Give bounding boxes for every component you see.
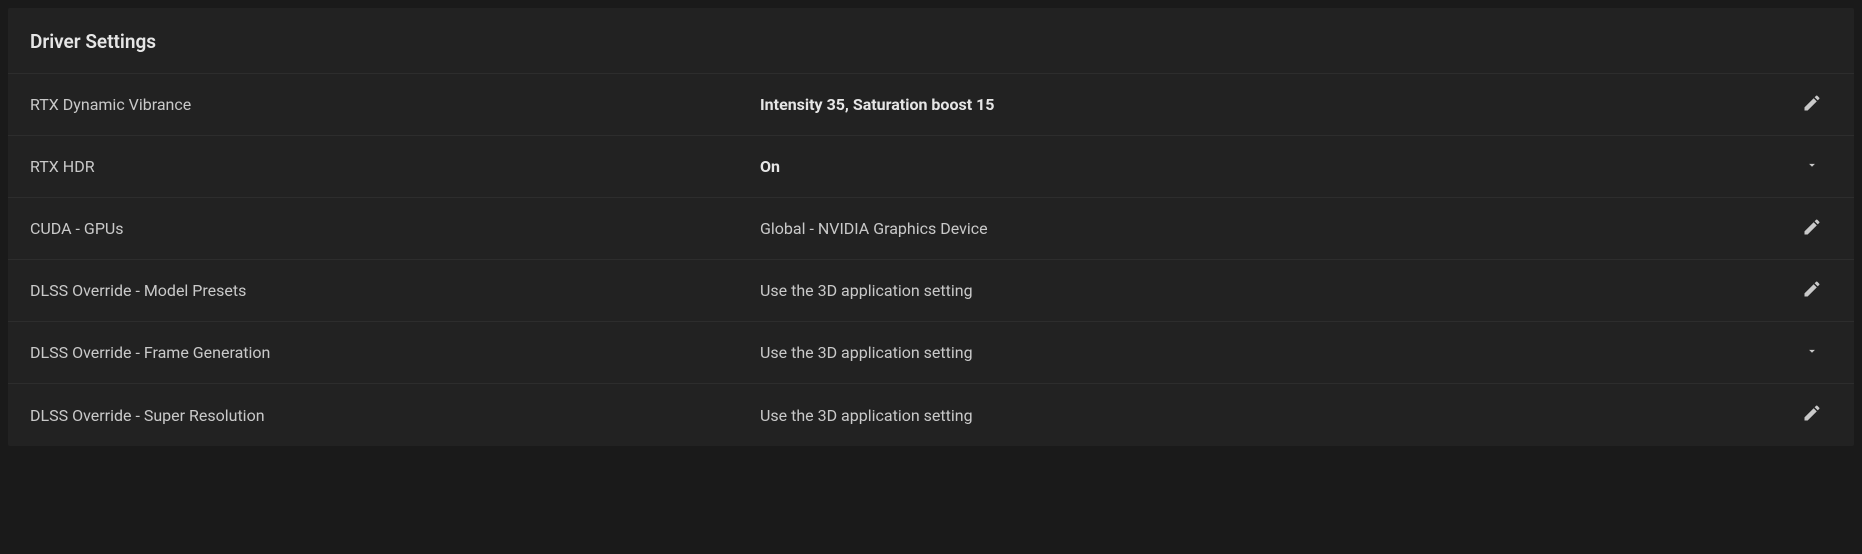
section-title: Driver Settings: [8, 8, 1854, 74]
edit-button[interactable]: [1792, 217, 1832, 241]
setting-row-rtx-dynamic-vibrance[interactable]: RTX Dynamic Vibrance Intensity 35, Satur…: [8, 74, 1854, 136]
edit-icon: [1802, 279, 1822, 303]
setting-row-dlss-super-resolution[interactable]: DLSS Override - Super Resolution Use the…: [8, 384, 1854, 446]
setting-row-cuda-gpus[interactable]: CUDA - GPUs Global - NVIDIA Graphics Dev…: [8, 198, 1854, 260]
setting-row-rtx-hdr[interactable]: RTX HDR On: [8, 136, 1854, 198]
edit-icon: [1802, 217, 1822, 241]
setting-value: On: [760, 157, 1792, 176]
setting-label: RTX Dynamic Vibrance: [30, 95, 760, 114]
edit-button[interactable]: [1792, 93, 1832, 117]
chevron-down-icon: [1805, 157, 1819, 176]
setting-label: RTX HDR: [30, 157, 760, 176]
setting-label: DLSS Override - Frame Generation: [30, 343, 760, 362]
setting-value: Global - NVIDIA Graphics Device: [760, 219, 1792, 238]
setting-value: Use the 3D application setting: [760, 406, 1792, 425]
setting-value: Intensity 35, Saturation boost 15: [760, 95, 1792, 114]
setting-value: Use the 3D application setting: [760, 343, 1792, 362]
dropdown-button[interactable]: [1792, 157, 1832, 176]
setting-label: CUDA - GPUs: [30, 219, 760, 238]
edit-icon: [1802, 403, 1822, 427]
edit-button[interactable]: [1792, 279, 1832, 303]
edit-button[interactable]: [1792, 403, 1832, 427]
setting-row-dlss-frame-generation[interactable]: DLSS Override - Frame Generation Use the…: [8, 322, 1854, 384]
setting-row-dlss-model-presets[interactable]: DLSS Override - Model Presets Use the 3D…: [8, 260, 1854, 322]
edit-icon: [1802, 93, 1822, 117]
driver-settings-panel: Driver Settings RTX Dynamic Vibrance Int…: [8, 8, 1854, 446]
setting-label: DLSS Override - Super Resolution: [30, 406, 760, 425]
dropdown-button[interactable]: [1792, 343, 1832, 362]
chevron-down-icon: [1805, 343, 1819, 362]
setting-value: Use the 3D application setting: [760, 281, 1792, 300]
setting-label: DLSS Override - Model Presets: [30, 281, 760, 300]
